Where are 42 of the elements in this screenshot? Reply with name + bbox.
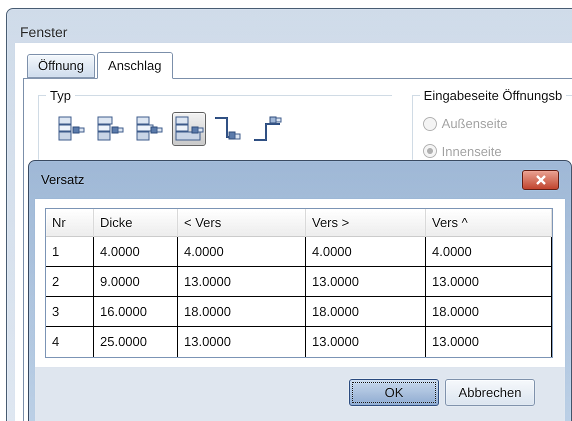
column-header[interactable]: Vers > xyxy=(306,209,426,236)
group-title: Eingabeseite Öffnungsb xyxy=(420,86,566,106)
tab[interactable]: Anschlag xyxy=(97,52,173,79)
table-cell[interactable]: 13.0000 xyxy=(426,327,552,357)
table-cell[interactable]: 1 xyxy=(46,237,94,266)
table-cell[interactable]: 3 xyxy=(46,297,94,326)
table-cell[interactable]: 13.0000 xyxy=(178,327,306,357)
table-cell[interactable]: 13.0000 xyxy=(178,267,306,296)
column-header[interactable]: Vers ^ xyxy=(426,209,552,236)
wall-profile-icon xyxy=(252,115,282,143)
table-cell[interactable]: 18.0000 xyxy=(426,297,552,326)
table-cell[interactable]: 18.0000 xyxy=(178,297,306,326)
table-cell[interactable]: 13.0000 xyxy=(306,327,426,357)
wall-profile-icon xyxy=(96,115,126,143)
column-header[interactable]: Dicke xyxy=(94,209,178,236)
close-button[interactable] xyxy=(522,170,559,190)
table-cell[interactable]: 16.0000 xyxy=(94,297,178,326)
table-cell[interactable]: 25.0000 xyxy=(94,327,178,357)
table-cell[interactable]: 18.0000 xyxy=(306,297,426,326)
radio-label: Außenseite xyxy=(442,115,508,133)
wall-profile-icon xyxy=(135,115,165,143)
table-cell[interactable]: 2 xyxy=(46,267,94,296)
table-cell[interactable]: 9.0000 xyxy=(94,267,178,296)
table-cell[interactable]: 13.0000 xyxy=(306,267,426,296)
column-header[interactable]: Nr xyxy=(46,209,94,236)
column-header[interactable]: < Vers xyxy=(178,209,306,236)
dialog-button[interactable]: OK xyxy=(349,379,439,406)
table-cell[interactable]: 4.0000 xyxy=(426,237,552,266)
dialog-button[interactable]: Abbrechen xyxy=(445,379,535,406)
table-cell[interactable]: 4 xyxy=(46,327,94,357)
profile-option[interactable] xyxy=(172,112,206,146)
window-title: Fenster xyxy=(19,23,68,42)
wall-profile-icon xyxy=(57,115,87,143)
table-cell[interactable]: 4.0000 xyxy=(306,237,426,266)
tab[interactable]: Öffnung xyxy=(27,54,96,78)
close-icon xyxy=(534,175,546,185)
radio-label: Innenseite xyxy=(442,142,502,160)
dialog-title: Versatz xyxy=(41,171,84,190)
table-cell[interactable]: 13.0000 xyxy=(426,267,552,296)
table-cell[interactable]: 4.0000 xyxy=(178,237,306,266)
wall-profile-icon xyxy=(174,115,204,143)
table-cell[interactable]: 4.0000 xyxy=(94,237,178,266)
